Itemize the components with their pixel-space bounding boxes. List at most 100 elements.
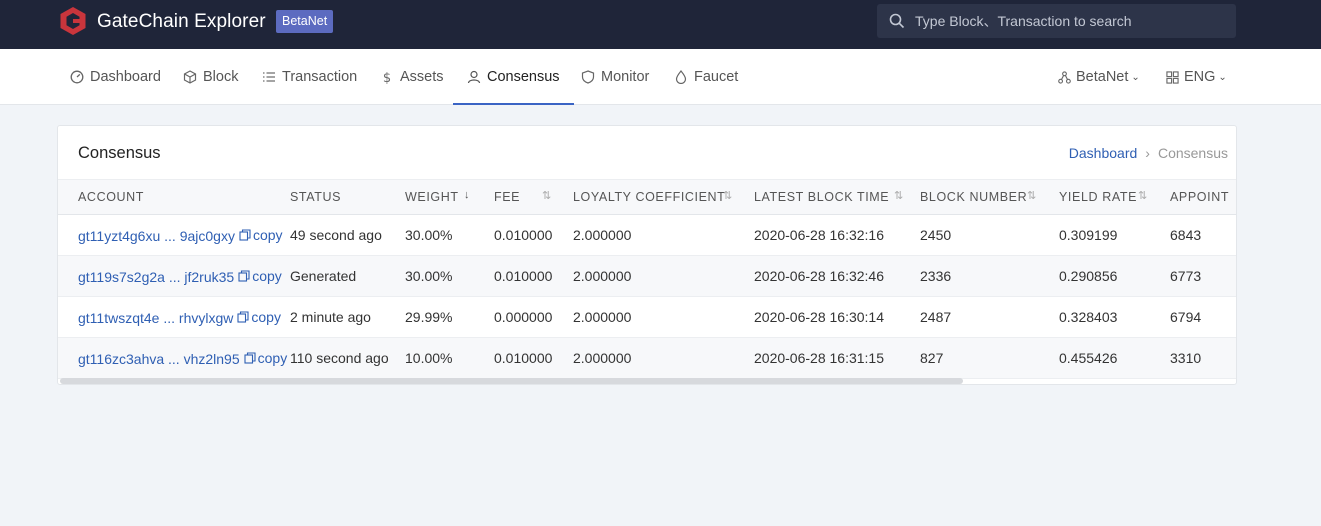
dollar-icon: $ xyxy=(383,71,391,84)
account-cell: gt11yzt4g6xu ... 9ajc0gxy copy xyxy=(58,214,286,256)
appoint-cell: 6843 xyxy=(1166,214,1236,256)
horizontal-scrollbar[interactable] xyxy=(60,378,963,384)
search-input[interactable] xyxy=(915,4,1225,38)
network-label: BetaNet xyxy=(1076,69,1129,85)
brand-title[interactable]: GateChain Explorer xyxy=(97,11,266,33)
sort-desc-icon[interactable]: ↓ xyxy=(464,189,470,201)
cube-icon xyxy=(183,70,197,84)
weight-cell: 30.00% xyxy=(401,255,490,297)
nav-item-assets[interactable]: $ Assets xyxy=(380,49,444,105)
column-header-account: ACCOUNT xyxy=(78,190,145,204)
copy-icon xyxy=(238,269,250,282)
shield-icon xyxy=(581,70,595,84)
weight-cell: 30.00% xyxy=(401,214,490,256)
column-header-block-number[interactable]: BLOCK NUMBER ⇅ xyxy=(916,180,1055,215)
nav-label: Block xyxy=(203,69,239,85)
network-selector[interactable]: BetaNet ⌄ xyxy=(1058,49,1140,105)
fee-cell: 0.010000 xyxy=(490,337,569,379)
nav-label: Transaction xyxy=(282,69,358,85)
main-nav: Dashboard Block Transaction $ Assets Con… xyxy=(0,49,1321,105)
network-badge: BetaNet xyxy=(276,10,334,33)
page-title: Consensus xyxy=(78,144,161,162)
copy-button[interactable]: copy xyxy=(239,227,283,243)
weight-cell: 10.00% xyxy=(401,337,490,379)
nav-item-faucet[interactable]: Faucet xyxy=(674,49,738,105)
nav-item-consensus[interactable]: Consensus xyxy=(453,49,574,105)
nav-item-block[interactable]: Block xyxy=(183,49,238,105)
account-link[interactable]: gt119s7s2g2a ... jf2ruk35 xyxy=(78,269,234,285)
breadcrumb-dashboard-link[interactable]: Dashboard xyxy=(1069,145,1138,161)
nav-item-transaction[interactable]: Transaction xyxy=(262,49,357,105)
appoint-cell: 6794 xyxy=(1166,296,1236,338)
copy-button[interactable]: copy xyxy=(237,309,281,325)
copy-button[interactable]: copy xyxy=(244,349,288,366)
loyalty-cell: 2.000000 xyxy=(569,255,750,297)
latest-block-time-cell: 2020-06-28 16:32:16 xyxy=(750,214,916,256)
copy-icon xyxy=(237,310,249,323)
fee-cell: 0.000000 xyxy=(490,296,569,338)
search-box[interactable] xyxy=(877,4,1236,38)
copy-label: copy xyxy=(252,267,282,284)
nav-item-dashboard[interactable]: Dashboard xyxy=(70,49,161,105)
column-header-yield-rate[interactable]: YIELD RATE ⇅ xyxy=(1055,180,1166,215)
list-icon xyxy=(263,72,275,82)
column-header-appoint: APPOINT xyxy=(1170,190,1230,204)
chevron-down-icon: ⌄ xyxy=(1131,71,1140,83)
fee-cell: 0.010000 xyxy=(490,214,569,256)
status-cell: Generated xyxy=(286,255,401,297)
language-selector[interactable]: ENG ⌄ xyxy=(1166,49,1227,105)
appoint-cell: 3310 xyxy=(1166,337,1236,379)
user-icon xyxy=(467,70,481,84)
column-header-latest-block-time[interactable]: LATEST BLOCK TIME ⇅ xyxy=(750,180,916,215)
account-cell: gt116zc3ahva ... vhz2ln95 copy xyxy=(58,337,288,379)
yield-rate-cell: 0.309199 xyxy=(1055,214,1166,256)
search-icon xyxy=(889,13,905,29)
dashboard-icon xyxy=(70,70,84,84)
block-number-cell: 827 xyxy=(916,337,1055,379)
sort-icon[interactable]: ⇅ xyxy=(894,189,904,202)
account-link[interactable]: gt11twszqt4e ... rhvylxgw xyxy=(78,310,233,326)
copy-icon xyxy=(239,228,251,241)
sort-icon[interactable]: ⇅ xyxy=(1027,189,1037,202)
account-cell: gt11twszqt4e ... rhvylxgw copy xyxy=(58,296,286,338)
sort-icon[interactable]: ⇅ xyxy=(1138,189,1148,202)
column-header-fee[interactable]: FEE ⇅ xyxy=(490,180,569,215)
column-header-status: STATUS xyxy=(290,190,342,204)
nav-item-monitor[interactable]: Monitor xyxy=(581,49,649,105)
yield-rate-cell: 0.328403 xyxy=(1055,296,1166,338)
block-number-cell: 2336 xyxy=(916,255,1055,297)
table-row: gt11yzt4g6xu ... 9ajc0gxy copy 49 second … xyxy=(58,214,1236,256)
nav-label: Faucet xyxy=(694,69,739,85)
status-cell: 2 minute ago xyxy=(286,296,401,338)
breadcrumb: Dashboard › Consensus xyxy=(1069,145,1228,161)
top-header: GateChain Explorer BetaNet xyxy=(0,0,1321,49)
loyalty-cell: 2.000000 xyxy=(569,214,750,256)
svg-text:$: $ xyxy=(383,71,391,84)
block-number-cell: 2450 xyxy=(916,214,1055,256)
table-row: gt119s7s2g2a ... jf2ruk35 copy Generated … xyxy=(58,255,1236,297)
latest-block-time-cell: 2020-06-28 16:31:15 xyxy=(750,337,916,379)
account-link[interactable]: gt11yzt4g6xu ... 9ajc0gxy xyxy=(78,228,235,244)
yield-rate-cell: 0.455426 xyxy=(1055,337,1166,379)
sort-icon[interactable]: ⇅ xyxy=(542,189,552,202)
account-link[interactable]: gt116zc3ahva ... vhz2ln95 xyxy=(78,351,240,367)
copy-label: copy xyxy=(251,308,281,325)
nav-label: Consensus xyxy=(487,69,560,85)
column-header-weight[interactable]: WEIGHT ↓ xyxy=(401,180,490,215)
grid-icon xyxy=(1166,70,1179,84)
column-header-loyalty[interactable]: LOYALTY COEFFICIENT ⇅ xyxy=(569,180,750,215)
nav-label: Monitor xyxy=(601,69,650,85)
table-row: gt11twszqt4e ... rhvylxgw copy 2 minute a… xyxy=(58,296,1236,338)
sort-icon[interactable]: ⇅ xyxy=(723,189,733,202)
block-number-cell: 2487 xyxy=(916,296,1055,338)
copy-button[interactable]: copy xyxy=(238,268,282,284)
loyalty-cell: 2.000000 xyxy=(569,337,750,379)
copy-label: copy xyxy=(257,349,288,366)
gatechain-logo-icon[interactable] xyxy=(58,6,88,36)
table-header-row: ACCOUNT STATUS WEIGHT ↓ FEE ⇅ LOYALTY COEF… xyxy=(58,179,1236,215)
chevron-down-icon: ⌄ xyxy=(1218,71,1227,83)
copy-label: copy xyxy=(252,226,283,243)
breadcrumb-separator-icon: › xyxy=(1145,145,1150,161)
nav-label: Assets xyxy=(400,69,444,85)
network-icon xyxy=(1058,70,1071,84)
